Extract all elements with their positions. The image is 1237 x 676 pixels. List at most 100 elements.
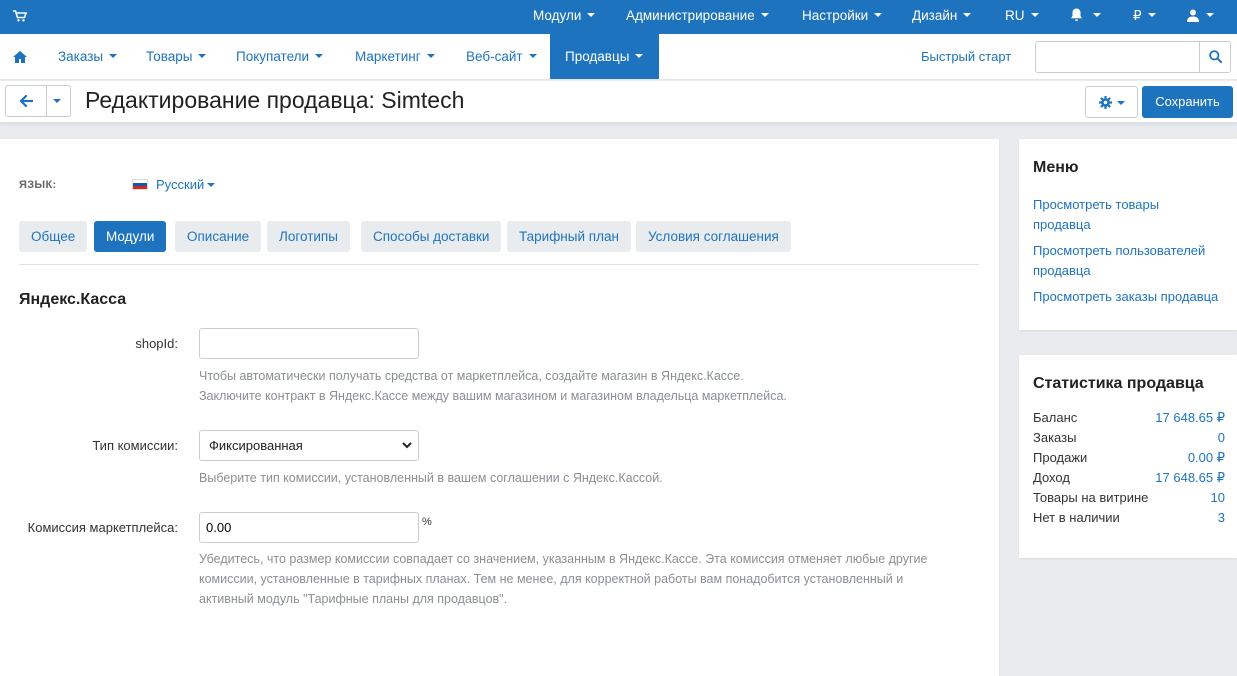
stat-row-orders: Заказы 0	[1033, 428, 1225, 448]
chevron-down-icon	[587, 13, 596, 18]
vendor-stats-panel: Статистика продавца Баланс 17 648.65 ₽ За…	[1019, 355, 1237, 558]
top-menu-settings[interactable]: Настройки	[802, 0, 883, 34]
nav-item-label: Веб-сайт	[466, 49, 523, 64]
view-vendor-orders-link[interactable]: Просмотреть заказы продавца	[1033, 287, 1233, 307]
nav-item-label: Маркетинг	[355, 49, 421, 64]
tab-terms[interactable]: Условия соглашения	[636, 221, 791, 252]
search-icon	[1209, 50, 1222, 63]
hint-line: Чтобы автоматически получать средства от…	[199, 369, 744, 383]
nav-item-customers[interactable]: Покупатели	[236, 34, 324, 79]
tab-logos[interactable]: Логотипы	[267, 221, 350, 252]
hint-line: Выберите тип комиссии, установленный в в…	[199, 471, 663, 485]
nav-item-marketing[interactable]: Маркетинг	[355, 34, 435, 79]
tab-tariff-plan[interactable]: Тарифный план	[507, 221, 631, 252]
top-menu-user[interactable]	[1187, 0, 1214, 34]
stat-row-income: Доход 17 648.65 ₽	[1033, 468, 1225, 488]
back-button[interactable]	[6, 86, 47, 116]
chevron-down-icon	[1206, 13, 1214, 18]
stat-label: Нет в наличии	[1033, 510, 1120, 525]
save-button[interactable]: Сохранить	[1142, 86, 1233, 118]
nav-item-website[interactable]: Веб-сайт	[466, 34, 537, 79]
stat-value[interactable]: 17 648.65 ₽	[1155, 408, 1225, 428]
stat-label: Заказы	[1033, 430, 1077, 445]
stat-value[interactable]: 17 648.65 ₽	[1155, 468, 1225, 488]
language-selector[interactable]: Русский	[132, 177, 216, 192]
home-icon[interactable]	[13, 51, 27, 63]
page-title: Редактирование продавца: Simtech	[85, 87, 465, 113]
tabs-divider	[19, 264, 979, 265]
top-menu-currency[interactable]: ₽	[1133, 0, 1156, 34]
view-vendor-products-link[interactable]: Просмотреть товары продавца	[1033, 195, 1233, 235]
stat-value[interactable]: 10	[1211, 488, 1225, 508]
quick-start-link[interactable]: Быстрый старт	[921, 34, 1011, 80]
nav-item-label: Заказы	[58, 49, 104, 64]
nav-item-label: Продавцы	[565, 49, 630, 64]
chevron-down-icon	[109, 54, 118, 59]
gear-icon	[1099, 96, 1112, 109]
stat-label: Товары на витрине	[1033, 490, 1149, 505]
vendor-edit-panel: ЯЗЫК: Русский Общее Модули Описание Лого…	[0, 139, 999, 676]
view-vendor-users-link[interactable]: Просмотреть пользователей продавца	[1033, 241, 1233, 281]
hint-line: Убедитесь, что размер комиссии совпадает…	[199, 552, 928, 566]
marketplace-commission-hint: Убедитесь, что размер комиссии совпадает…	[199, 549, 928, 609]
tab-description[interactable]: Описание	[175, 221, 262, 252]
sidebar-menu-panel: Меню Просмотреть товары продавца Просмот…	[1019, 139, 1237, 330]
chevron-down-icon	[963, 13, 972, 18]
section-title: Яндекс.Касса	[19, 291, 127, 308]
search-box	[1035, 41, 1231, 73]
language-value: Русский	[156, 177, 205, 192]
shop-id-hint: Чтобы автоматически получать средства от…	[199, 366, 787, 406]
stat-row-out-of-stock: Нет в наличии 3	[1033, 508, 1225, 528]
nav-item-products[interactable]: Товары	[146, 34, 207, 79]
tab-general[interactable]: Общее	[19, 221, 88, 252]
nav-item-vendors[interactable]: Продавцы	[550, 34, 659, 79]
commission-type-select[interactable]: Фиксированная	[199, 430, 419, 461]
link-line: Просмотреть заказы продавца	[1033, 289, 1219, 304]
link-line: продавца	[1033, 217, 1091, 232]
chevron-down-icon	[1147, 13, 1156, 18]
cart-icon[interactable]	[13, 10, 27, 22]
shop-id-input[interactable]	[199, 328, 419, 359]
chevron-down-icon	[1030, 13, 1039, 18]
top-menu-label: Администрирование	[626, 8, 755, 23]
chevron-down-icon	[315, 54, 324, 59]
stat-value[interactable]: 0	[1218, 428, 1225, 448]
top-menu-notifications[interactable]	[1070, 0, 1101, 34]
chevron-down-icon	[635, 54, 644, 59]
top-menu-label: Настройки	[802, 8, 869, 23]
hint-line: комиссии, установленные в тарифных плана…	[199, 572, 904, 586]
top-menu-label: Модули	[533, 8, 582, 23]
language-label: ЯЗЫК:	[19, 179, 57, 191]
stats-title: Статистика продавца	[1033, 375, 1204, 392]
stat-row-active-products: Товары на витрине 10	[1033, 488, 1225, 508]
user-icon	[1187, 9, 1199, 22]
top-menu-administration[interactable]: Администрирование	[626, 0, 769, 34]
nav-item-label: Товары	[146, 49, 193, 64]
tab-addons[interactable]: Модули	[94, 221, 167, 252]
search-input[interactable]	[1036, 42, 1200, 72]
back-button-group	[5, 85, 71, 117]
settings-dropdown-button[interactable]	[1085, 86, 1138, 118]
russia-flag-icon	[132, 179, 148, 190]
back-history-dropdown[interactable]	[47, 86, 70, 116]
marketplace-commission-input[interactable]	[199, 512, 419, 543]
top-menu-language[interactable]: RU	[1005, 0, 1039, 34]
nav-item-orders[interactable]: Заказы	[58, 34, 118, 79]
chevron-down-icon	[426, 54, 435, 59]
main-navigation: Заказы Товары Покупатели Маркетинг Веб-с…	[0, 34, 1237, 80]
link-line: Просмотреть пользователей	[1033, 243, 1206, 258]
stat-label: Продажи	[1033, 450, 1088, 465]
top-menu-design[interactable]: Дизайн	[912, 0, 972, 34]
bell-icon	[1071, 8, 1082, 21]
sidebar-menu-title: Меню	[1033, 159, 1079, 176]
link-line: продавца	[1033, 263, 1091, 278]
top-menu-modules[interactable]: Модули	[533, 0, 596, 34]
stat-value[interactable]: 3	[1218, 508, 1225, 528]
stat-label: Доход	[1033, 470, 1070, 485]
chevron-down-icon	[874, 13, 883, 18]
tab-shipping-methods[interactable]: Способы доставки	[361, 221, 502, 252]
stat-row-balance: Баланс 17 648.65 ₽	[1033, 408, 1225, 428]
top-menu-label: Дизайн	[912, 8, 958, 23]
stat-value[interactable]: 0.00 ₽	[1188, 448, 1225, 468]
search-button[interactable]	[1199, 42, 1230, 72]
